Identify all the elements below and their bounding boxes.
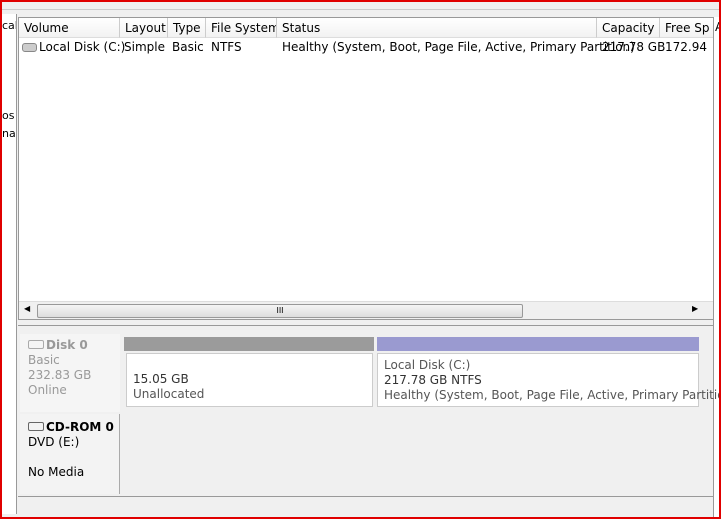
- tree-item[interactable]: cal: [2, 19, 16, 32]
- column-status[interactable]: Status: [277, 18, 597, 38]
- cell-status: Healthy (System, Boot, Page File, Active…: [282, 40, 635, 54]
- disk-state: Online: [28, 383, 67, 397]
- column-volume[interactable]: Volume: [19, 18, 120, 38]
- tree-item[interactable]: os: [2, 109, 14, 122]
- scroll-grip: III: [276, 306, 284, 315]
- console-tree[interactable]: cal os na: [2, 14, 17, 514]
- column-layout[interactable]: Layout: [120, 18, 168, 38]
- disk-icon: [22, 38, 37, 56]
- disk-type: Basic: [28, 353, 60, 367]
- cdrom-icon: [28, 422, 44, 431]
- volume-list[interactable]: Volume Layout Type File System Status Ca…: [18, 17, 715, 320]
- disk-icon: [28, 340, 44, 349]
- disk-type: DVD (E:): [28, 435, 80, 449]
- partition-c[interactable]: Local Disk (C:) 217.78 GB NTFS Healthy (…: [377, 353, 721, 407]
- cell-layout: Simple: [124, 40, 165, 54]
- cdrom-0-label[interactable]: CD-ROM 0 DVD (E:) No Media: [20, 414, 120, 494]
- partition-bar-c: [377, 337, 699, 351]
- partition-label: Unallocated: [133, 387, 205, 401]
- cell-fs: NTFS: [211, 40, 242, 54]
- partition-bar-unallocated: [124, 337, 374, 351]
- actions-pane: A: [713, 17, 721, 517]
- scroll-left-icon[interactable]: ◀: [24, 304, 30, 313]
- cell-capacity: 217.78 GB: [602, 40, 666, 54]
- tree-item[interactable]: na: [2, 127, 16, 140]
- scroll-thumb[interactable]: III: [37, 304, 523, 318]
- toolbar: [0, 0, 721, 10]
- disk-size: 232.83 GB: [28, 368, 92, 382]
- disk-name: Disk 0: [46, 338, 88, 352]
- cell-volume: Local Disk (C:): [39, 40, 126, 54]
- actions-header: A: [715, 20, 721, 34]
- column-type[interactable]: Type: [168, 18, 206, 38]
- disk-name: CD-ROM 0: [46, 420, 114, 434]
- column-free-space[interactable]: Free Sp: [660, 18, 714, 38]
- partition-size: 15.05 GB: [133, 372, 189, 386]
- disk-graph: Disk 0 Basic 232.83 GB Online CD-ROM 0 D…: [18, 325, 721, 496]
- cell-type: Basic: [172, 40, 204, 54]
- partition-size: 217.78 GB NTFS: [384, 373, 482, 387]
- partition-status: Healthy (System, Boot, Page File, Active…: [384, 388, 721, 402]
- column-capacity[interactable]: Capacity: [597, 18, 660, 38]
- cell-free: 172.94: [665, 40, 707, 54]
- scroll-right-icon[interactable]: ▶: [692, 304, 698, 313]
- partition-unallocated[interactable]: 15.05 GB Unallocated: [126, 353, 373, 407]
- partition-name: Local Disk (C:): [384, 358, 471, 372]
- disk-state: No Media: [28, 465, 85, 479]
- disk-0-label[interactable]: Disk 0 Basic 232.83 GB Online: [20, 334, 120, 412]
- horizontal-scrollbar[interactable]: ◀ III ▶: [19, 301, 714, 319]
- column-file-system[interactable]: File System: [206, 18, 277, 38]
- status-bar: [18, 496, 713, 517]
